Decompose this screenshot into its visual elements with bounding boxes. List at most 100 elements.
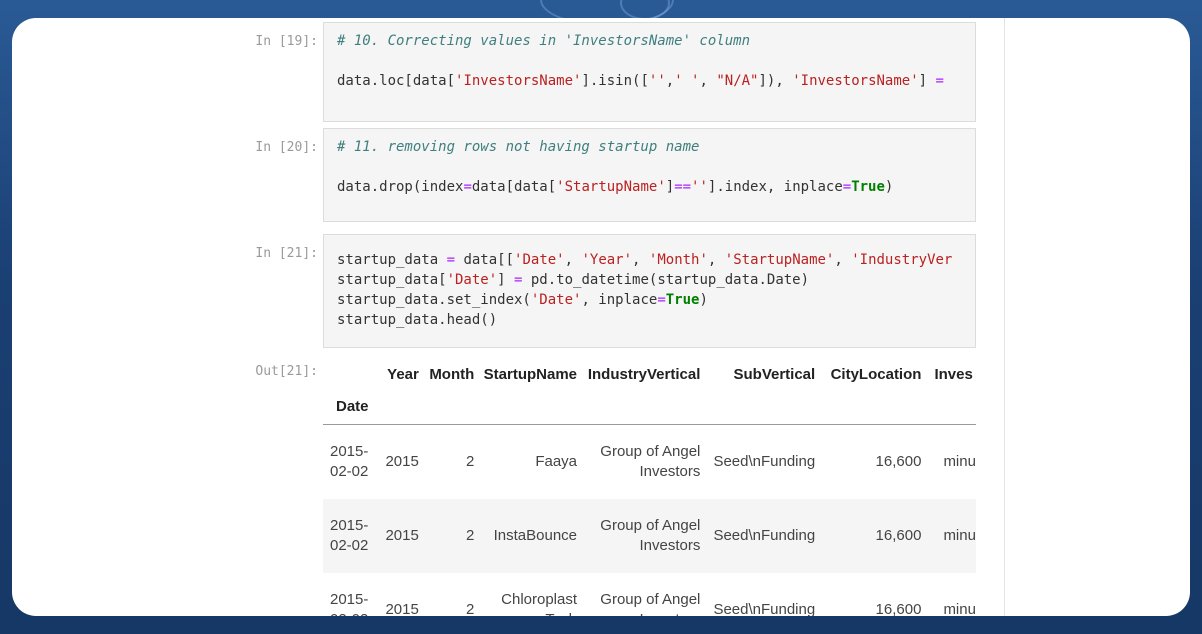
city-location-cell: 16,600 — [875, 601, 922, 616]
code-token: data[[ — [455, 252, 515, 268]
code-token: 'Date' — [514, 252, 565, 268]
startup-name-cell: ChloroplastTech — [501, 591, 578, 616]
code-line: data.loc[data['InvestorsName'].isin(['',… — [337, 71, 962, 91]
investors-cell: minu — [943, 453, 976, 470]
industry-vertical-cell: Group of AngelInvestors — [600, 591, 701, 616]
index-date-cell: 2015-02-02 — [330, 443, 369, 480]
code-token: 'Date' — [530, 292, 582, 308]
startup-name-cell: Faaya — [535, 453, 578, 470]
code-token: "N/A" — [716, 73, 759, 89]
table-row: 2015-02-02 2015 2 ChloroplastTech Group of A… — [323, 573, 976, 616]
month-cell: 2 — [465, 453, 475, 470]
column-header: Inves — [934, 365, 973, 383]
code-token: '' — [691, 179, 708, 195]
code-token: True — [851, 179, 885, 195]
column-header: SubVertical — [733, 365, 816, 383]
industry-vertical-cell: Group of AngelInvestors — [577, 499, 701, 573]
year-cell: 2015 — [372, 499, 419, 573]
code-token: '' — [648, 73, 666, 89]
dataframe-output: Year Month StartupName IndustryVertical … — [323, 360, 976, 616]
notebook: In [19]: # 10. Correcting values in 'Inv… — [242, 18, 1016, 616]
code-line: startup_data['Date'] = pd.to_datetime(st… — [337, 270, 962, 290]
code-token: ].isin([ — [581, 73, 649, 89]
sub-vertical-cell: Seed\nFunding — [713, 601, 816, 616]
city-location-cell: 16,600 — [815, 499, 922, 573]
code-token: , — [632, 252, 649, 268]
screenshot-card: In [19]: # 10. Correcting values in 'Inv… — [12, 18, 1190, 616]
code-cell-20[interactable]: In [20]: # 11. removing rows not having … — [242, 128, 1006, 222]
code-token: , — [699, 73, 717, 89]
code-token: ] — [497, 272, 515, 288]
code-cell-21[interactable]: In [21]: startup_data = data[['Date', 'Y… — [242, 234, 1006, 348]
code-token: startup_data — [337, 252, 447, 268]
input-prompt: In [20]: — [255, 140, 318, 155]
code-token: , inplace — [581, 292, 658, 308]
column-header: IndustryVertical — [587, 365, 701, 383]
code-token: ) — [699, 292, 708, 308]
code-token: 'StartupName' — [556, 179, 666, 195]
code-token: startup_data[ — [337, 272, 447, 288]
code-token: ) — [884, 179, 894, 195]
code-token: ].index, inplace — [707, 179, 843, 195]
city-location-cell: 16,600 — [875, 453, 922, 470]
code-token: 'Year' — [581, 252, 633, 268]
column-header: Month — [429, 365, 475, 383]
code-token: ' ' — [674, 73, 700, 89]
code-token: ] — [665, 179, 675, 195]
code-editor[interactable]: # 10. Correcting values in 'InvestorsNam… — [323, 22, 976, 122]
code-token: data.drop(index — [337, 179, 464, 195]
code-token: data.loc[data[ — [337, 73, 456, 89]
year-cell: 2015 — [385, 453, 419, 470]
column-header-row: Year Month StartupName IndustryVertical … — [323, 360, 976, 388]
sub-vertical-cell: Seed\nFunding — [700, 499, 816, 573]
code-token: 'IndustryVer — [851, 252, 953, 268]
code-editor[interactable]: # 11. removing rows not having startup n… — [323, 128, 976, 222]
sub-vertical-cell: Seed\nFunding — [713, 453, 816, 470]
code-token: , — [834, 252, 852, 268]
code-token: , — [564, 252, 582, 268]
column-header: Year — [387, 365, 419, 383]
table-row: 2015- 02-02 2015 2 Faaya Group of Angel Invest… — [323, 425, 976, 500]
code-token: == — [674, 179, 692, 195]
startup-name-cell: InstaBounce — [474, 499, 578, 573]
index-header-blank — [323, 360, 372, 388]
dataframe-table: Year Month StartupName IndustryVertical … — [323, 360, 976, 616]
code-token: # 11. removing rows not having startup n… — [337, 139, 700, 155]
code-token: 'Month' — [648, 252, 708, 268]
code-token: = — [657, 292, 666, 308]
code-token: startup_data.set_index( — [337, 292, 531, 308]
code-line: # 11. removing rows not having startup n… — [337, 137, 962, 157]
code-line: startup_data.head() — [337, 310, 962, 330]
table-row: 2015- 02-02 2015 2 InstaBounce Group of Angel… — [323, 499, 976, 573]
code-token: , — [665, 73, 675, 89]
code-token: = — [446, 252, 456, 268]
index-name: Date — [323, 388, 373, 425]
code-token: 'InvestorsName' — [792, 73, 919, 89]
month-cell: 2 — [465, 601, 475, 616]
code-token: = — [842, 179, 852, 195]
code-token: data[data[ — [471, 179, 557, 195]
output-prompt: Out[21]: — [255, 364, 318, 379]
code-line: startup_data = data[['Date', 'Year', 'Mo… — [337, 250, 962, 270]
code-line: # 10. Correcting values in 'InvestorsNam… — [337, 31, 962, 51]
code-token: 'InvestorsName' — [455, 73, 582, 89]
code-token: , — [707, 252, 725, 268]
notebook-scroll-edge — [1004, 18, 1005, 616]
code-token: 'Date' — [446, 272, 498, 288]
code-editor[interactable]: startup_data = data[['Date', 'Year', 'Mo… — [323, 234, 976, 348]
code-token: ] — [918, 73, 936, 89]
code-token: # 10. Correcting values in 'InvestorsNam… — [337, 33, 751, 49]
industry-vertical-cell: Group of AngelInvestors — [600, 443, 701, 480]
year-cell: 2015 — [385, 601, 419, 616]
code-token: True — [665, 292, 700, 308]
code-token: startup_data.head() — [337, 312, 498, 328]
code-cell-19[interactable]: In [19]: # 10. Correcting values in 'Inv… — [242, 22, 1006, 122]
code-token: = — [935, 73, 944, 89]
index-date-cell: 2015-02-02 — [323, 499, 373, 573]
column-header: StartupName — [483, 365, 578, 383]
index-date-cell: 2015-02-02 — [330, 591, 369, 616]
input-prompt: In [19]: — [255, 34, 318, 49]
column-header: CityLocation — [830, 365, 922, 383]
